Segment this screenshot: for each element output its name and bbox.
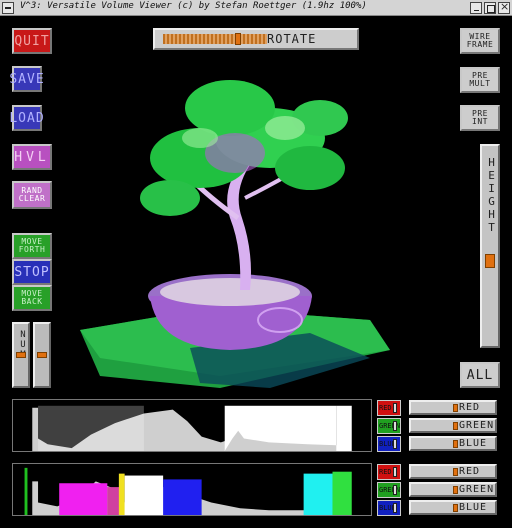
- green-slider-top[interactable]: GREEN: [409, 418, 497, 433]
- histogram-bottom-cyan: [303, 473, 333, 515]
- histogram-bottom-pink: [107, 487, 121, 515]
- histogram-top-end: [336, 405, 352, 451]
- save-button[interactable]: SAVE: [9, 66, 45, 92]
- all-label: ALL: [466, 367, 494, 383]
- histogram-bottom-white: [124, 475, 164, 515]
- blue-slider-bottom[interactable]: BLUE: [409, 500, 497, 515]
- rand-clear-label: RAND CLEAR: [18, 185, 46, 203]
- minimize-icon[interactable]: [470, 2, 482, 14]
- stop-label: STOP: [14, 264, 50, 280]
- blue-indicator-top[interactable]: BLUE: [377, 436, 401, 452]
- rotate-slider[interactable]: ROTATE: [153, 28, 359, 50]
- pre-int-button[interactable]: PRE INT: [460, 105, 500, 131]
- all-button[interactable]: ALL: [460, 362, 500, 388]
- histogram-bottom-green-line: [24, 467, 28, 515]
- hvl-label: HVL: [14, 149, 50, 165]
- green-slider-bottom[interactable]: GREEN: [409, 482, 497, 497]
- tree-foliage: [140, 80, 348, 216]
- num-slider-right-knob[interactable]: [37, 352, 47, 358]
- rotate-label: ROTATE: [267, 32, 317, 46]
- window-menu-icon[interactable]: [2, 2, 14, 14]
- rand-clear-button[interactable]: RAND CLEAR: [12, 181, 52, 209]
- title-bar: V^3: Versatile Volume Viewer (c) by Stef…: [0, 0, 512, 16]
- num-slider-right[interactable]: [33, 322, 51, 388]
- rotate-track[interactable]: [163, 34, 267, 44]
- blue-slider-bottom-knob[interactable]: [453, 504, 458, 512]
- blue-slider-label: BLUE: [459, 438, 488, 449]
- num-slider-left-knob[interactable]: [16, 352, 26, 358]
- move-forth-label: MOVE FORTH: [18, 236, 46, 254]
- red-indicator-label: RED: [379, 404, 392, 412]
- red-slider-top-knob[interactable]: [453, 404, 458, 412]
- pre-mult-label: PRE MULT: [469, 70, 491, 88]
- num-slider-left[interactable]: NUM: [12, 322, 30, 388]
- save-label: SAVE: [9, 71, 45, 87]
- blue-slider-top[interactable]: BLUE: [409, 436, 497, 451]
- pre-int-label: PRE INT: [472, 108, 488, 126]
- wire-frame-label: WIRE FRAME: [466, 31, 494, 49]
- histogram-bottom-blue: [163, 479, 202, 515]
- quit-label: QUIT: [14, 33, 50, 49]
- red-indicator-label: RED: [379, 468, 392, 476]
- pre-mult-button[interactable]: PRE MULT: [460, 67, 500, 93]
- wire-frame-button[interactable]: WIRE FRAME: [460, 28, 500, 54]
- histogram-bottom-yellow: [118, 473, 125, 515]
- red-slider-label: RED: [459, 402, 481, 413]
- maximize-icon[interactable]: [484, 2, 496, 14]
- stop-button[interactable]: STOP: [12, 259, 52, 285]
- red-slider-bottom-knob[interactable]: [453, 468, 458, 476]
- red-indicator-top[interactable]: RED: [377, 400, 401, 416]
- green-slider-top-knob[interactable]: [453, 422, 458, 430]
- blue-slider-top-knob[interactable]: [453, 440, 458, 448]
- window-title: V^3: Versatile Volume Viewer (c) by Stef…: [20, 1, 367, 11]
- histogram-top-band: [38, 405, 144, 451]
- move-forth-button[interactable]: MOVE FORTH: [12, 233, 52, 259]
- histogram-bottom-magenta: [59, 483, 108, 515]
- height-label: HEIGHT: [485, 156, 498, 234]
- close-icon[interactable]: [498, 0, 510, 14]
- move-back-button[interactable]: MOVE BACK: [12, 285, 52, 311]
- red-indicator-bottom[interactable]: RED: [377, 464, 401, 480]
- histogram-bottom-green: [332, 471, 352, 515]
- red-slider-bottom[interactable]: RED: [409, 464, 497, 479]
- histogram-bottom[interactable]: [12, 463, 372, 516]
- histogram-top[interactable]: [12, 399, 372, 452]
- move-back-label: MOVE BACK: [21, 288, 43, 306]
- blue-indicator-bottom[interactable]: BLUE: [377, 500, 401, 516]
- red-slider-top[interactable]: RED: [409, 400, 497, 415]
- blue-slider-label: BLUE: [459, 502, 488, 513]
- height-slider[interactable]: HEIGHT: [480, 144, 500, 348]
- rotate-knob[interactable]: [235, 33, 241, 45]
- green-slider-label: GREEN: [459, 420, 495, 431]
- load-label: LOAD: [9, 110, 45, 126]
- volume-render-viewport[interactable]: [70, 58, 445, 388]
- green-indicator-bottom[interactable]: GREEN: [377, 482, 401, 498]
- load-button[interactable]: LOAD: [9, 105, 45, 131]
- red-slider-label: RED: [459, 466, 481, 477]
- pot-soil: [160, 278, 300, 306]
- height-knob[interactable]: [485, 254, 495, 268]
- green-slider-label: GREEN: [459, 484, 495, 495]
- hvl-button[interactable]: HVL: [12, 144, 52, 170]
- quit-button[interactable]: QUIT: [12, 28, 52, 54]
- green-slider-bottom-knob[interactable]: [453, 486, 458, 494]
- green-indicator-top[interactable]: GREEN: [377, 418, 401, 434]
